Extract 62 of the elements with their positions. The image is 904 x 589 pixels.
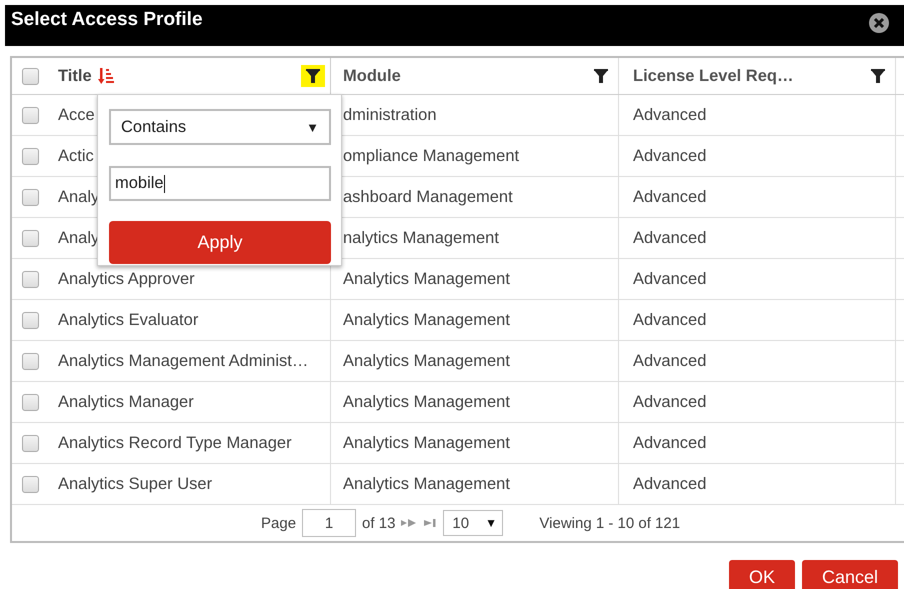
row-checkbox[interactable] bbox=[22, 352, 38, 370]
caret-icon: ▼ bbox=[485, 516, 497, 530]
table-cell: Analytics Management bbox=[343, 434, 510, 452]
table-cell: Advanced bbox=[633, 352, 706, 370]
row-checkbox[interactable] bbox=[22, 434, 38, 452]
operator-select[interactable]: Contains ▼ bbox=[109, 109, 331, 145]
table-cell: Advanced bbox=[633, 434, 706, 452]
sort-descending-icon[interactable] bbox=[98, 67, 114, 85]
table-cell: Analytics Record Type Manager bbox=[58, 434, 292, 452]
column-header[interactable]: Module bbox=[343, 66, 401, 86]
column-header[interactable]: Title bbox=[58, 66, 92, 86]
row-checkbox[interactable] bbox=[22, 476, 38, 492]
next-page-icon[interactable] bbox=[401, 518, 418, 528]
table-cell: Analytics Management bbox=[343, 352, 510, 370]
row-checkbox[interactable] bbox=[22, 270, 38, 288]
cancel-button[interactable]: Cancel bbox=[802, 560, 898, 589]
row-checkbox[interactable] bbox=[22, 230, 38, 246]
row-checkbox[interactable] bbox=[22, 188, 38, 206]
table-cell: nalytics Management bbox=[343, 228, 499, 248]
select-all-checkbox[interactable] bbox=[22, 68, 38, 84]
caret-icon: ▼ bbox=[306, 120, 319, 134]
table-cell: Acce bbox=[58, 106, 95, 124]
row-checkbox[interactable] bbox=[22, 312, 38, 328]
table-cell: Advanced bbox=[633, 106, 706, 124]
table-cell: Actic bbox=[58, 146, 94, 166]
table-cell: ashboard Management bbox=[343, 188, 513, 206]
table-cell: Analytics Super User bbox=[58, 474, 212, 494]
page-label: Page bbox=[261, 514, 296, 532]
window-title: Select Access Profile bbox=[11, 9, 203, 31]
close-icon[interactable] bbox=[869, 13, 889, 33]
page-count: of 13 bbox=[362, 514, 396, 532]
table-cell: Advanced bbox=[633, 392, 706, 412]
row-checkbox[interactable] bbox=[22, 148, 38, 164]
page-size-select[interactable]: 10 ▼ bbox=[443, 510, 504, 536]
table-cell: Analytics Manager bbox=[58, 392, 194, 412]
table-cell: ompliance Management bbox=[343, 146, 520, 166]
table-cell: Analy bbox=[58, 228, 100, 248]
ok-button[interactable]: OK bbox=[728, 560, 795, 589]
row-checkbox[interactable] bbox=[22, 106, 38, 124]
table-cell: Analytics Management Administ… bbox=[58, 352, 308, 370]
table-cell: Advanced bbox=[633, 188, 706, 206]
filter-input[interactable]: mobile bbox=[109, 166, 331, 201]
last-page-icon[interactable] bbox=[423, 518, 438, 528]
page-input[interactable]: 1 bbox=[302, 509, 356, 537]
row-checkbox[interactable] bbox=[22, 394, 38, 410]
apply-button[interactable]: Apply bbox=[109, 221, 331, 264]
table-cell: Advanced bbox=[633, 228, 706, 248]
table-cell: Advanced bbox=[633, 146, 706, 166]
table-cell: Advanced bbox=[633, 310, 706, 330]
column-header[interactable]: License Level Req… bbox=[633, 66, 794, 86]
table-cell: Analytics Management bbox=[343, 310, 510, 330]
table-cell: Analytics Management bbox=[343, 474, 510, 494]
table-cell: dministration bbox=[343, 106, 437, 124]
table-cell: Analytics Evaluator bbox=[58, 310, 198, 330]
table-cell: Analytics Approver bbox=[58, 270, 195, 288]
table-cell: Advanced bbox=[633, 474, 706, 494]
filter-icon[interactable] bbox=[301, 65, 325, 87]
viewing-count: Viewing 1 - 10 of 121 bbox=[539, 514, 680, 532]
table-cell: Analytics Management bbox=[343, 392, 510, 412]
table-cell: Analytics Management bbox=[343, 270, 510, 288]
table-cell: Advanced bbox=[633, 270, 706, 288]
table-cell: Analy bbox=[58, 188, 100, 206]
